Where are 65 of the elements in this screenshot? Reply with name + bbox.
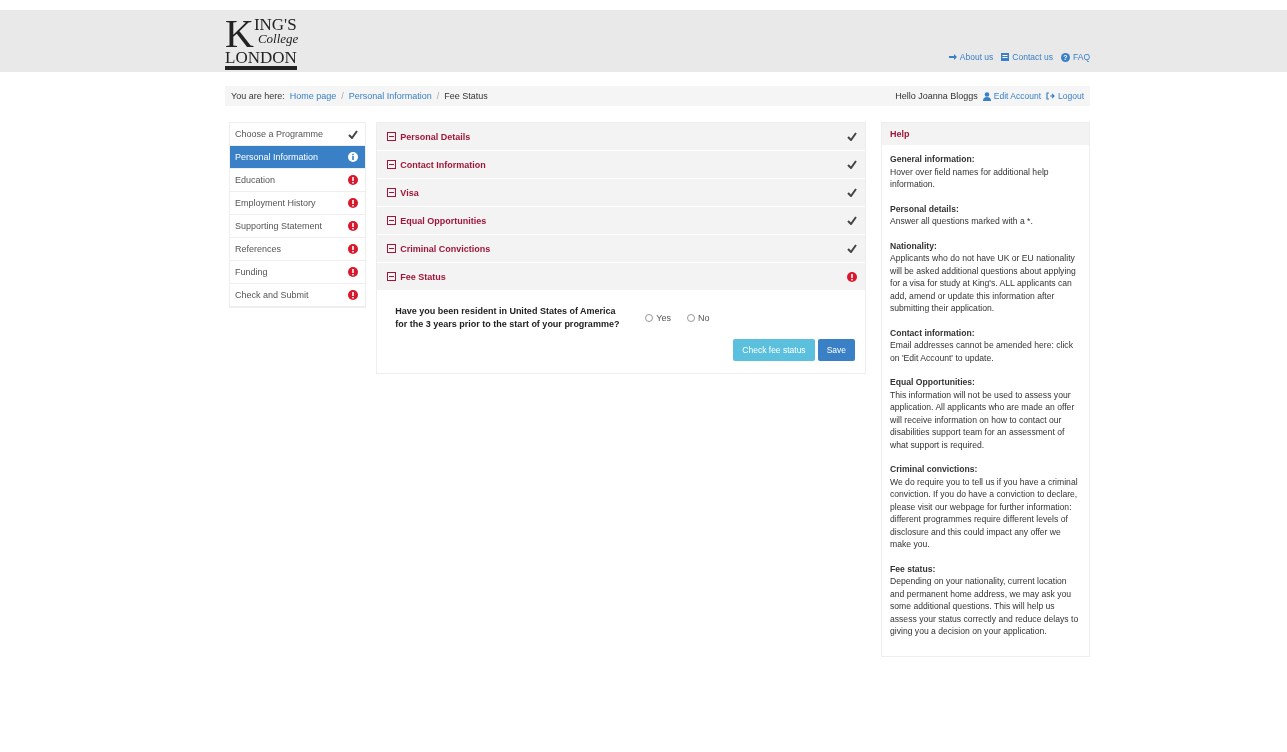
list-icon <box>1001 53 1010 61</box>
greeting-text: Hello Joanna Bloggs <box>895 91 978 101</box>
minus-square-icon <box>387 132 397 141</box>
help-text: We do require you to tell us if you have a criminal conviction. If you do have a conviction to declare, please visit our webpage for further information: different programmes require different levels of disclosure and this could impact any offer we make you. <box>890 476 1078 549</box>
minus-square-icon <box>387 244 397 253</box>
sidebar-item[interactable]: Education <box>230 169 366 192</box>
minus-square-icon <box>387 272 397 281</box>
help-text: Applicants who do not have UK or EU nationality will be asked additional questions about applying for a visa for study at King's. ALL applicants can add, amend or update this information after submitting their application. <box>890 253 1076 313</box>
section-title: Personal Details <box>400 131 471 142</box>
sidebar-item[interactable]: References <box>230 238 366 261</box>
breadcrumb-label: You are here: <box>231 91 285 101</box>
sidebar-item[interactable]: Employment History <box>230 192 366 215</box>
logo-text: LONDON <box>225 50 297 70</box>
section-header[interactable]: Fee Status <box>377 263 865 291</box>
section-title: Visa <box>400 187 419 198</box>
minus-square-icon <box>387 160 397 169</box>
help-text: This information will not be used to assess your application. All applicants who are made an offer will receive information on how to contact our disabilities support team for an assessment of what support is required. <box>890 389 1075 450</box>
separator-text: / <box>436 91 440 101</box>
help-heading: Contact information: <box>890 326 976 339</box>
section-header[interactable]: Criminal Convictions <box>377 235 865 263</box>
help-title: Help <box>882 123 1089 145</box>
help-heading: Personal details: <box>890 202 960 215</box>
help-text: Answer all questions marked with a *. <box>890 216 1033 226</box>
help-heading: Equal Opportunities: <box>890 376 976 389</box>
section-title: Criminal Convictions <box>400 243 491 254</box>
sidebar-item[interactable]: Check and Submit <box>230 284 366 307</box>
separator-text: / <box>341 91 344 101</box>
logout-link[interactable]: Logout <box>1046 91 1084 101</box>
section-title: Fee Status <box>400 271 446 282</box>
help-heading: Fee status: <box>890 562 937 575</box>
minus-square-icon <box>387 188 397 197</box>
radio-option[interactable]: No <box>687 305 710 331</box>
help-heading: Nationality: <box>890 239 938 252</box>
logo-text: ING'S <box>253 18 298 32</box>
minus-square-icon <box>387 216 397 225</box>
arrow-icon <box>948 53 957 61</box>
section-header[interactable]: Visa <box>377 179 865 207</box>
help-heading: General information: <box>890 153 976 166</box>
radio-option[interactable]: Yes <box>645 305 672 331</box>
logo-text: College <box>256 32 299 45</box>
radio-button[interactable] <box>645 314 654 322</box>
save-button[interactable]: Save <box>817 339 855 361</box>
question-text: Have you been resident in United States of America for the 3 years prior to the start of your programme? <box>395 305 621 331</box>
header-link[interactable]: Contact us <box>1001 52 1053 62</box>
radio-button[interactable] <box>687 314 696 322</box>
header-link[interactable]: About us <box>948 52 994 62</box>
section-header[interactable]: Equal Opportunities <box>377 207 865 235</box>
breadcrumb-link[interactable]: Personal Information <box>348 91 432 101</box>
help-text: Email addresses cannot be amended here: click on 'Edit Account' to update. <box>890 340 1073 363</box>
help-heading: Criminal convictions: <box>890 463 979 476</box>
help-text: Hover over field names for additional help information. <box>890 166 1049 189</box>
sidebar-item[interactable]: Funding <box>230 261 366 284</box>
sidebar-item[interactable]: Supporting Statement <box>230 215 366 238</box>
section-title: Equal Opportunities <box>400 215 487 226</box>
logo-text: K <box>225 18 254 50</box>
user-icon <box>982 91 991 101</box>
edit-account-link[interactable]: Edit Account <box>982 91 1041 101</box>
section-title: Contact Information <box>400 159 486 170</box>
help-text: Depending on your nationality, current location and permanent home address, we may ask you some additional questions. This will help us assess your status correctly and reduce delays to giving you a decision on your application. <box>890 576 1079 636</box>
breadcrumb-current: Fee Status <box>444 91 488 101</box>
section-header[interactable]: Contact Information <box>377 151 865 179</box>
sidebar-item[interactable]: Personal Information <box>230 146 366 169</box>
section-header[interactable]: Personal Details <box>377 123 865 151</box>
sign-out-icon <box>1046 92 1055 100</box>
breadcrumb-link[interactable]: Home page <box>289 91 337 101</box>
